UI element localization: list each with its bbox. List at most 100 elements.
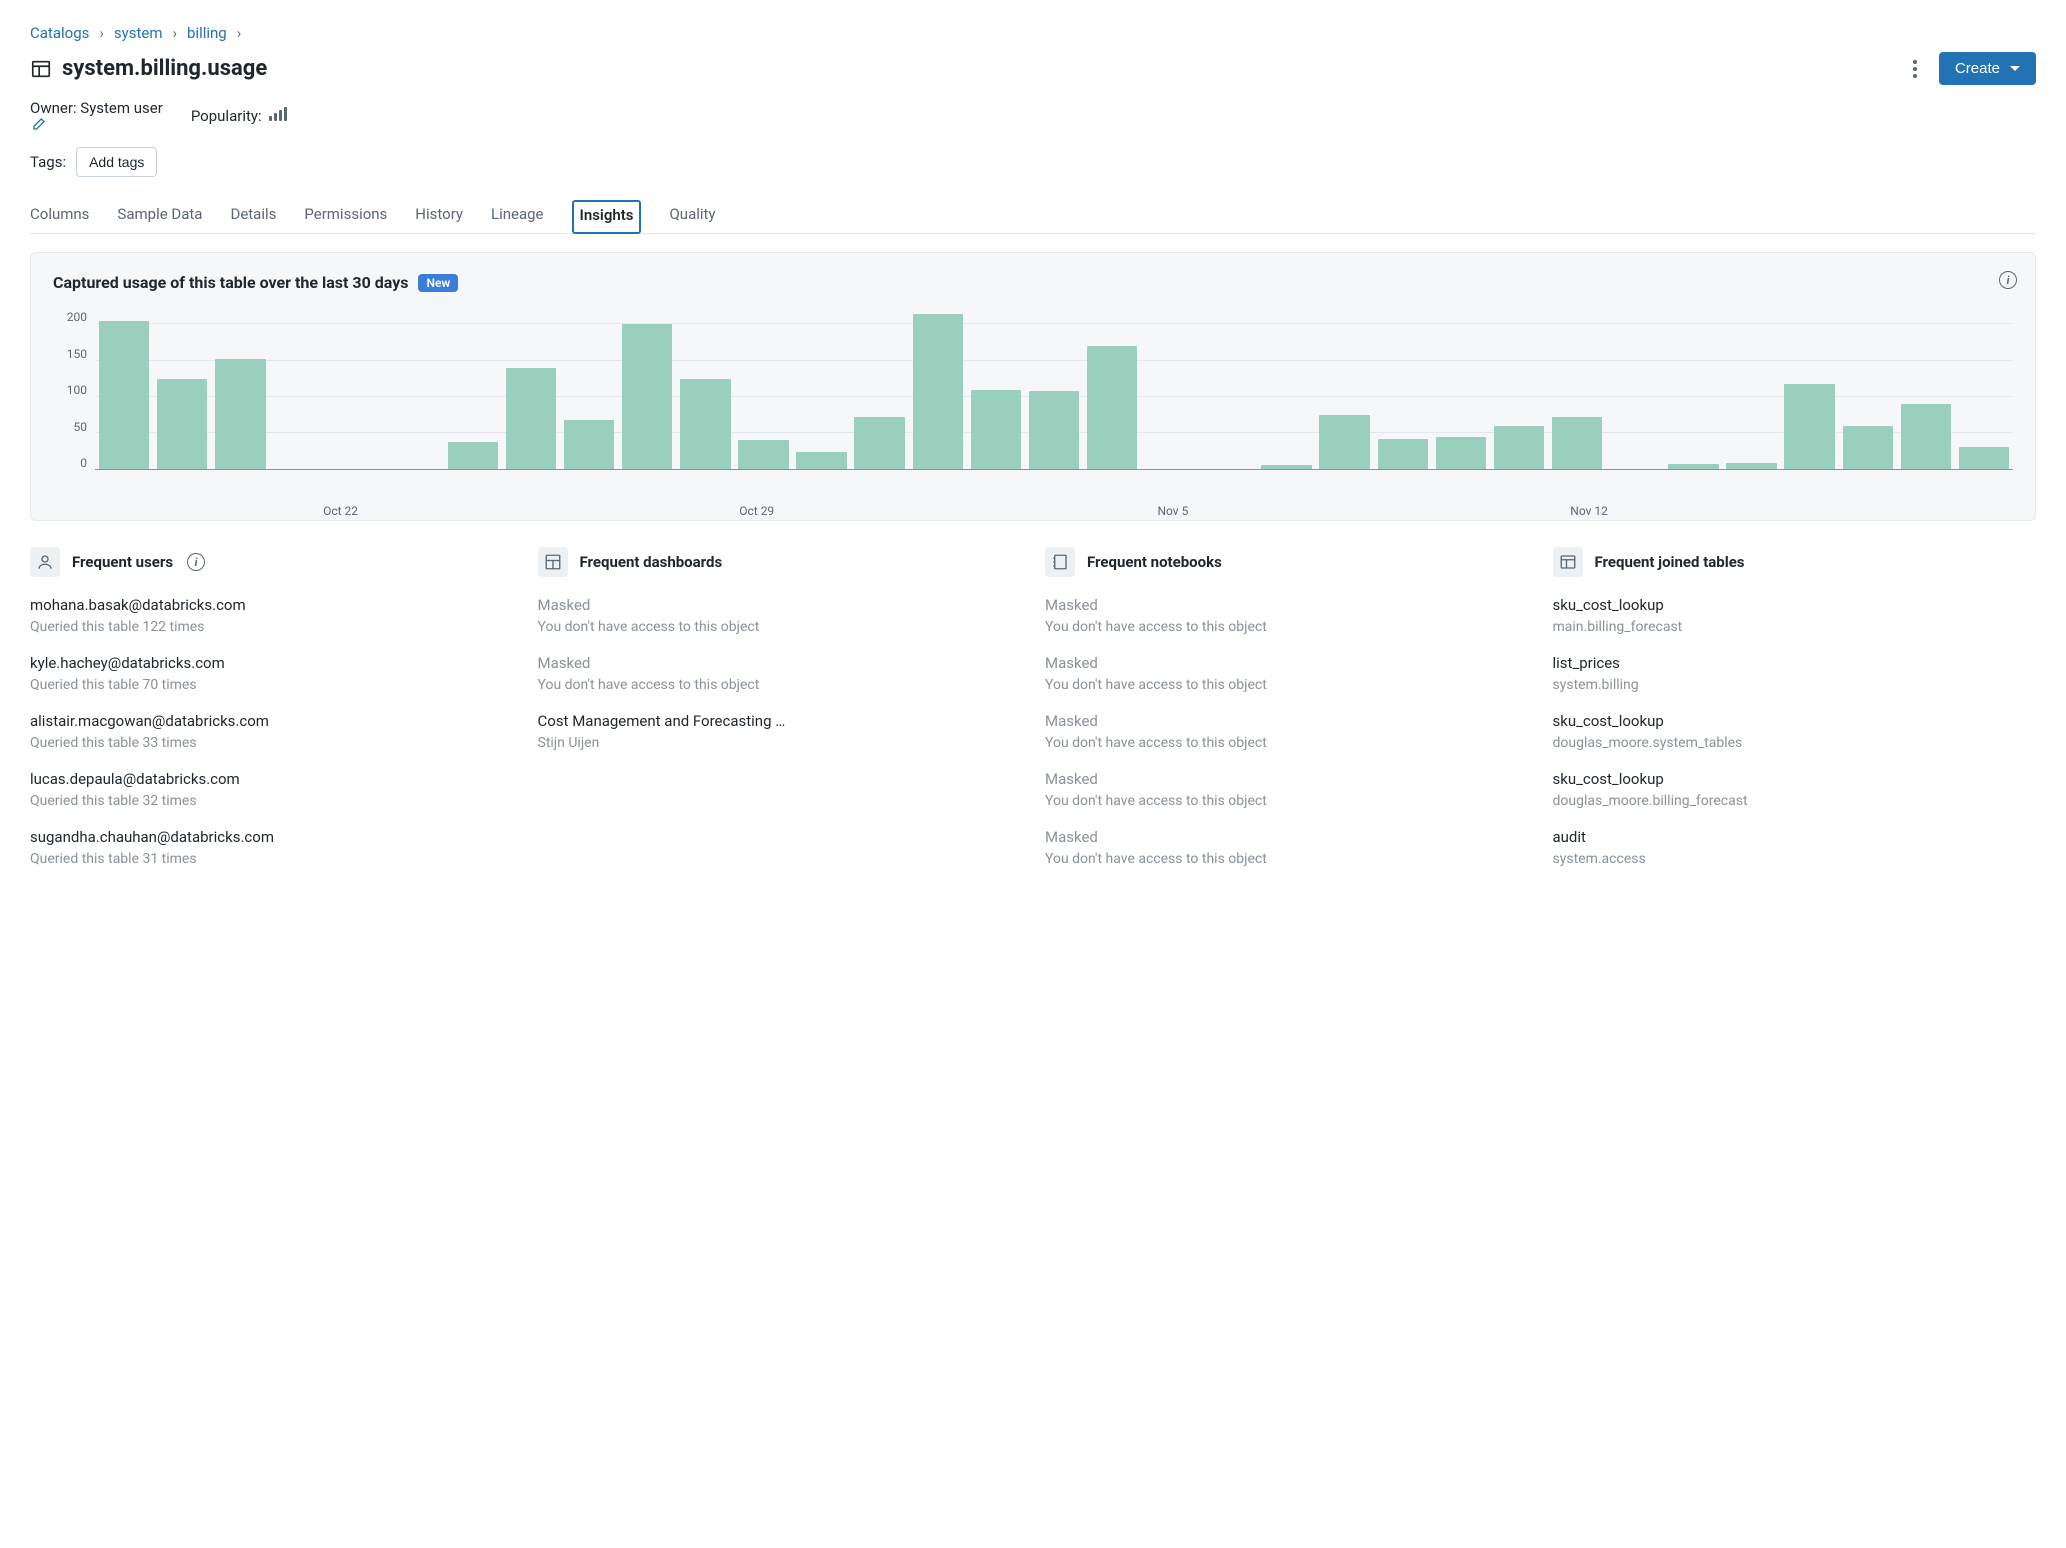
chart-bar[interactable] <box>971 390 1021 470</box>
tab-insights[interactable]: Insights <box>572 200 642 234</box>
tab-quality[interactable]: Quality <box>669 199 715 233</box>
tabs: Columns Sample Data Details Permissions Hist… <box>30 199 2036 234</box>
popularity-bars-icon <box>269 107 287 121</box>
frequent-user-item[interactable]: kyle.hachey@databricks.comQueried this t… <box>30 653 514 695</box>
chart-bar[interactable] <box>1726 463 1776 469</box>
breadcrumb-catalogs[interactable]: Catalogs <box>30 24 89 42</box>
frequent-user-item[interactable]: alistair.macgowan@databricks.comQueried … <box>30 711 514 753</box>
frequent-notebook-item[interactable]: MaskedYou don't have access to this obje… <box>1045 711 1529 753</box>
chart-bar[interactable] <box>854 417 904 469</box>
breadcrumb-billing[interactable]: billing <box>187 24 227 42</box>
chart-bar[interactable] <box>99 321 149 469</box>
y-tick: 150 <box>67 347 87 361</box>
tags-label: Tags: <box>30 153 66 171</box>
breadcrumb: Catalogs › system › billing › <box>30 24 2036 42</box>
tab-columns[interactable]: Columns <box>30 199 89 233</box>
frequent-joined-tables-title: Frequent joined tables <box>1595 553 1745 571</box>
chart-bar[interactable] <box>157 379 207 469</box>
chart-bar[interactable] <box>1668 464 1718 469</box>
owner-field: Owner: System user <box>30 99 169 133</box>
chart-bar[interactable] <box>680 379 730 469</box>
chevron-down-icon <box>2010 66 2020 71</box>
frequent-dashboards-title: Frequent dashboards <box>580 553 723 571</box>
table-icon <box>1553 547 1583 577</box>
chart-bar[interactable] <box>1378 439 1428 469</box>
frequent-user-item[interactable]: sugandha.chauhan@databricks.comQueried t… <box>30 827 514 869</box>
frequent-notebook-item[interactable]: MaskedYou don't have access to this obje… <box>1045 827 1529 869</box>
chevron-right-icon: › <box>237 24 242 42</box>
chart-bar[interactable] <box>1959 447 2009 469</box>
frequent-notebooks-column: Frequent notebooks MaskedYou don't have … <box>1045 547 1529 885</box>
tab-history[interactable]: History <box>415 199 463 233</box>
tab-details[interactable]: Details <box>230 199 276 233</box>
frequent-user-item[interactable]: mohana.basak@databricks.comQueried this … <box>30 595 514 637</box>
create-button-label: Create <box>1955 60 2000 77</box>
chart-bar[interactable] <box>1261 465 1311 469</box>
chart-bar[interactable] <box>1552 417 1602 469</box>
x-tick: Nov 5 <box>1157 504 1188 518</box>
table-icon <box>30 58 52 80</box>
frequent-users-title: Frequent users <box>72 553 173 571</box>
tab-permissions[interactable]: Permissions <box>304 199 387 233</box>
chart-bar[interactable] <box>215 359 265 469</box>
frequent-notebook-item[interactable]: MaskedYou don't have access to this obje… <box>1045 653 1529 695</box>
y-tick: 0 <box>80 456 87 470</box>
chart-bar[interactable] <box>1436 437 1486 469</box>
notebook-icon <box>1045 547 1075 577</box>
frequent-table-item[interactable]: sku_cost_lookupdouglas_moore.system_tabl… <box>1553 711 2037 753</box>
chart-bar[interactable] <box>1901 404 1951 469</box>
chart-bar[interactable] <box>738 440 788 469</box>
frequent-notebook-item[interactable]: MaskedYou don't have access to this obje… <box>1045 595 1529 637</box>
chart-bar[interactable] <box>1319 415 1369 469</box>
y-tick: 200 <box>67 310 87 324</box>
usage-chart: 200 150 100 50 0 <box>53 310 2013 470</box>
frequent-user-item[interactable]: lucas.depaula@databricks.comQueried this… <box>30 769 514 811</box>
frequent-dashboard-item[interactable]: MaskedYou don't have access to this obje… <box>538 653 1022 695</box>
popularity-field: Popularity: <box>191 107 288 125</box>
frequent-notebook-item[interactable]: MaskedYou don't have access to this obje… <box>1045 769 1529 811</box>
chart-bar[interactable] <box>564 420 614 469</box>
chart-bar[interactable] <box>506 368 556 469</box>
add-tags-button[interactable]: Add tags <box>76 147 157 177</box>
insights-card: Captured usage of this table over the la… <box>30 252 2036 521</box>
chart-bar[interactable] <box>1087 346 1137 469</box>
insights-card-title: Captured usage of this table over the la… <box>53 273 408 292</box>
user-icon <box>30 547 60 577</box>
tab-lineage[interactable]: Lineage <box>491 199 544 233</box>
frequent-joined-tables-column: Frequent joined tables sku_cost_lookupma… <box>1553 547 2037 885</box>
x-tick: Nov 12 <box>1570 504 1608 518</box>
info-icon[interactable]: i <box>187 553 205 571</box>
edit-owner-icon[interactable] <box>30 117 169 133</box>
chart-bar[interactable] <box>913 314 963 469</box>
x-tick: Oct 29 <box>739 504 774 518</box>
dashboard-icon <box>538 547 568 577</box>
page-title: system.billing.usage <box>62 56 267 81</box>
info-icon[interactable]: i <box>1999 271 2017 289</box>
y-tick: 100 <box>67 383 87 397</box>
frequent-table-item[interactable]: list_pricessystem.billing <box>1553 653 2037 695</box>
chart-bar[interactable] <box>1494 426 1544 469</box>
chevron-right-icon: › <box>99 24 104 42</box>
frequent-dashboard-item[interactable]: Cost Management and Forecasting …Stijn U… <box>538 711 1022 753</box>
chart-bar[interactable] <box>622 324 672 469</box>
frequent-table-item[interactable]: auditsystem.access <box>1553 827 2037 869</box>
chart-bar[interactable] <box>1843 426 1893 469</box>
frequent-table-item[interactable]: sku_cost_lookupdouglas_moore.billing_for… <box>1553 769 2037 811</box>
chart-bar[interactable] <box>796 452 846 469</box>
chart-bar[interactable] <box>1784 384 1834 469</box>
new-badge: New <box>418 274 458 292</box>
frequent-table-item[interactable]: sku_cost_lookupmain.billing_forecast <box>1553 595 2037 637</box>
chevron-right-icon: › <box>172 24 177 42</box>
frequent-dashboard-item[interactable]: MaskedYou don't have access to this obje… <box>538 595 1022 637</box>
chart-bar[interactable] <box>448 442 498 469</box>
chart-bar[interactable] <box>1029 391 1079 469</box>
tab-sample-data[interactable]: Sample Data <box>117 199 202 233</box>
frequent-notebooks-title: Frequent notebooks <box>1087 553 1222 571</box>
kebab-menu-button[interactable] <box>1905 54 1925 84</box>
frequent-users-column: Frequent users i mohana.basak@databricks… <box>30 547 514 885</box>
y-tick: 50 <box>74 420 88 434</box>
create-button[interactable]: Create <box>1939 52 2036 85</box>
breadcrumb-system[interactable]: system <box>114 24 163 42</box>
frequent-dashboards-column: Frequent dashboards MaskedYou don't have… <box>538 547 1022 885</box>
x-tick: Oct 22 <box>323 504 358 518</box>
